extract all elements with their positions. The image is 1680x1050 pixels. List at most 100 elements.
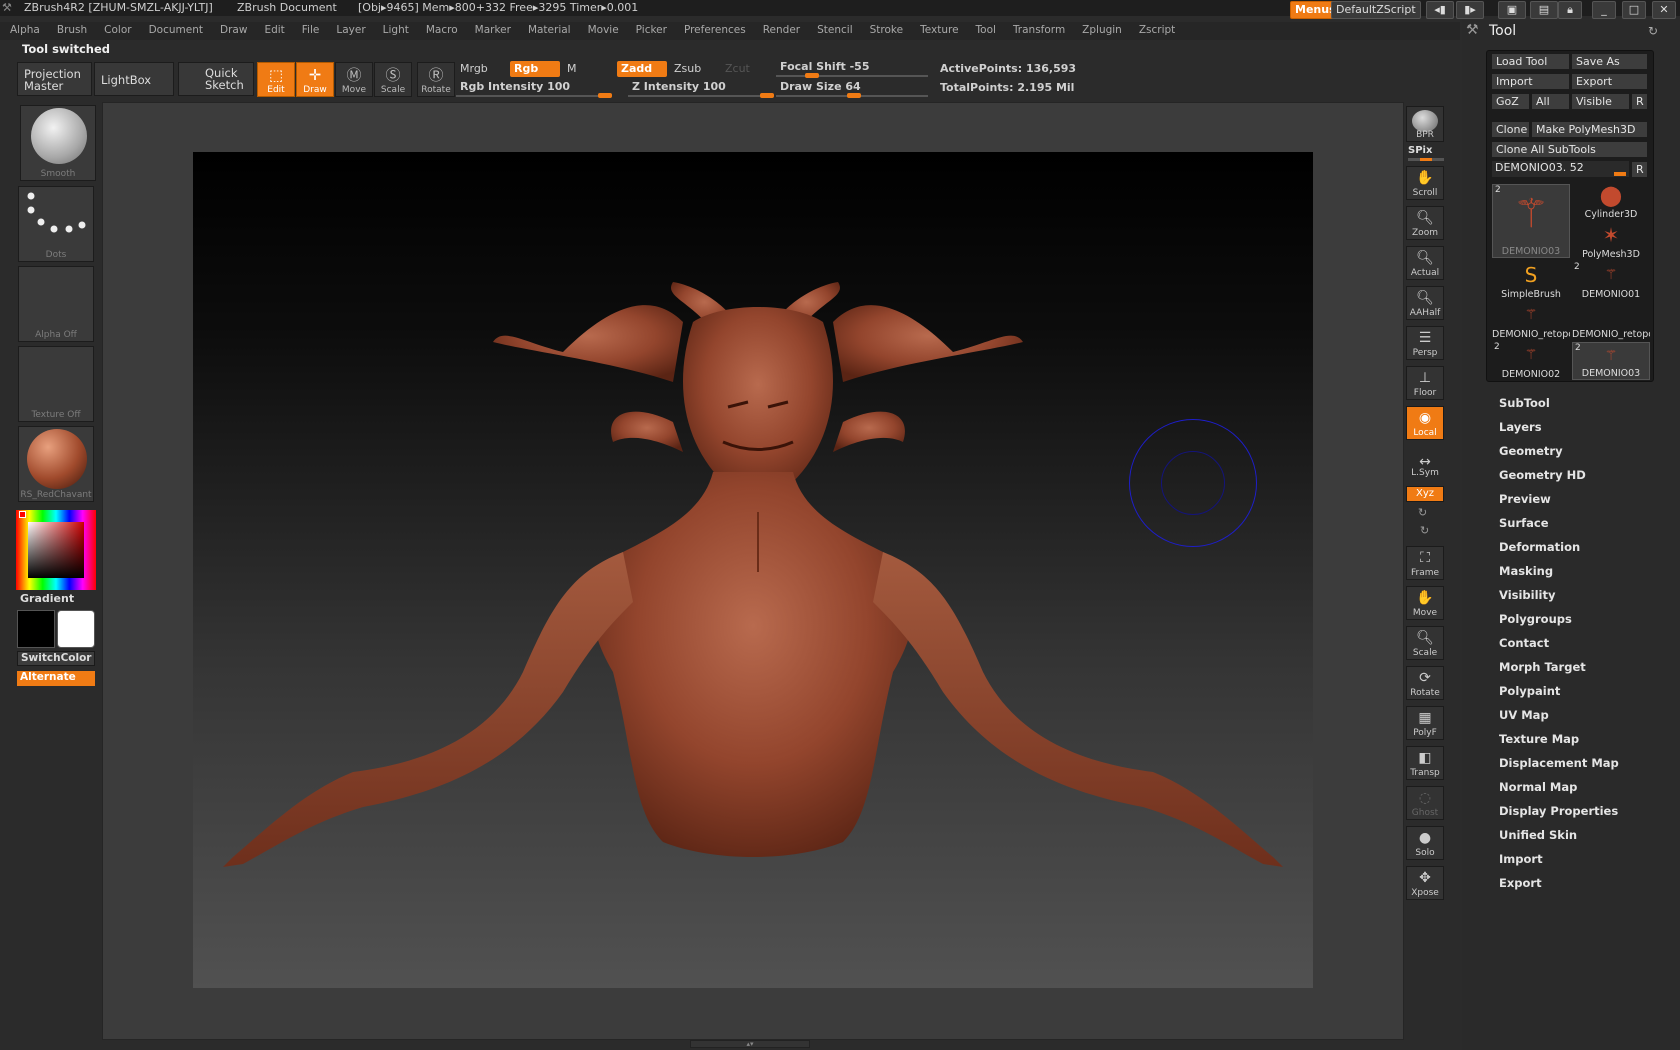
mrgb-toggle[interactable]: Mrgb xyxy=(456,61,492,77)
color-picker-marker[interactable] xyxy=(19,511,26,518)
tool-palette-title[interactable]: Tool xyxy=(1489,23,1516,39)
material-selector[interactable]: RS_RedChavant xyxy=(18,426,94,502)
menu-marker[interactable]: Marker xyxy=(465,22,518,36)
menu-material[interactable]: Material xyxy=(518,22,578,36)
demon-sculpt-model[interactable] xyxy=(193,152,1313,988)
menu-preferences[interactable]: Preferences xyxy=(674,22,753,36)
projection-master-button[interactable]: Projection Master xyxy=(17,62,92,96)
z-intensity-slider[interactable]: Z Intensity 100 xyxy=(628,79,730,95)
switch-color-button[interactable]: SwitchColor xyxy=(17,651,95,666)
import-button[interactable]: Import xyxy=(1491,73,1570,90)
spix-slider[interactable] xyxy=(1408,158,1444,161)
gradient-label[interactable]: Gradient xyxy=(20,592,74,605)
subpalette-visibility[interactable]: Visibility xyxy=(1499,588,1555,602)
z-intensity-knob[interactable] xyxy=(760,93,774,98)
rotate-view-button[interactable]: ⟳ Rotate xyxy=(1406,666,1444,700)
rgb-toggle[interactable]: Rgb xyxy=(510,61,560,77)
tool-thumb-demonio01[interactable]: 2 ⚚ DEMONIO01 xyxy=(1572,262,1650,300)
bottom-tray-handle[interactable]: ▴▾ xyxy=(690,1040,810,1048)
tool-thumb-polymesh3d[interactable]: ✶ PolyMesh3D xyxy=(1572,222,1650,260)
focal-shift-track[interactable] xyxy=(776,75,928,77)
subpalette-polypaint[interactable]: Polypaint xyxy=(1499,684,1560,698)
edit-button[interactable]: ⬚ Edit xyxy=(257,62,295,97)
goz-all-button[interactable]: All xyxy=(1531,93,1570,110)
polyf-button[interactable]: ▦ PolyF xyxy=(1406,706,1444,740)
menu-render[interactable]: Render xyxy=(753,22,807,36)
menu-light[interactable]: Light xyxy=(373,22,416,36)
draw-size-knob[interactable] xyxy=(847,93,861,98)
menu-transform[interactable]: Transform xyxy=(1003,22,1072,36)
scroll-button[interactable]: ✋ Scroll xyxy=(1406,166,1444,200)
load-tool-button[interactable]: Load Tool xyxy=(1491,53,1570,70)
ui-colors-icon[interactable]: ▤ xyxy=(1530,1,1558,19)
default-zscript-button[interactable]: DefaultZScript xyxy=(1331,1,1421,19)
ui-layout-icon[interactable]: ▣ xyxy=(1498,1,1526,19)
lightbox-button[interactable]: LightBox xyxy=(94,62,174,96)
clone-all-subtools-button[interactable]: Clone All SubTools xyxy=(1491,141,1648,158)
spix-label[interactable]: SPix xyxy=(1408,145,1432,156)
menu-stroke[interactable]: Stroke xyxy=(860,22,910,36)
menu-draw[interactable]: Draw xyxy=(210,22,254,36)
rgb-intensity-track[interactable] xyxy=(456,95,611,97)
scale-button[interactable]: Ⓢ Scale xyxy=(374,62,412,97)
menu-layer[interactable]: Layer xyxy=(326,22,372,36)
menu-alpha[interactable]: Alpha xyxy=(0,22,47,36)
subpalette-texture-map[interactable]: Texture Map xyxy=(1499,732,1579,746)
menu-zscript[interactable]: Zscript xyxy=(1129,22,1182,36)
minimize-icon[interactable]: _ xyxy=(1592,1,1616,19)
subpalette-normal-map[interactable]: Normal Map xyxy=(1499,780,1577,794)
z-intensity-track[interactable] xyxy=(628,95,773,97)
ghost-button[interactable]: ◌ Ghost xyxy=(1406,786,1444,820)
xyz-button[interactable]: Xyz xyxy=(1406,486,1444,502)
tool-thumb-demonio-retopo-1[interactable]: ⚚ DEMONIO_retopo xyxy=(1492,302,1570,340)
subpalette-subtool[interactable]: SubTool xyxy=(1499,396,1550,410)
bpr-button[interactable]: BPR xyxy=(1406,106,1444,142)
save-as-button[interactable]: Save As xyxy=(1571,53,1648,70)
menu-tool[interactable]: Tool xyxy=(966,22,1003,36)
menu-document[interactable]: Document xyxy=(139,22,210,36)
menu-brush[interactable]: Brush xyxy=(47,22,94,36)
local-button[interactable]: ◉ Local xyxy=(1406,406,1444,440)
subpalette-preview[interactable]: Preview xyxy=(1499,492,1551,506)
tool-thumb-demonio-retopo-2[interactable]: DEMONIO_retopo xyxy=(1572,302,1650,340)
persp-button[interactable]: ☰ Persp xyxy=(1406,326,1444,360)
menu-file[interactable]: File xyxy=(292,22,327,36)
menu-macro[interactable]: Macro xyxy=(416,22,465,36)
subpalette-surface[interactable]: Surface xyxy=(1499,516,1549,530)
transp-button[interactable]: ◧ Transp xyxy=(1406,746,1444,780)
rotate-button[interactable]: Ⓡ Rotate xyxy=(417,62,455,97)
focal-shift-slider[interactable]: Focal Shift -55 xyxy=(776,59,873,75)
current-tool-r-button[interactable]: R xyxy=(1631,161,1648,178)
menu-picker[interactable]: Picker xyxy=(626,22,674,36)
move-button[interactable]: Ⓜ Move xyxy=(335,62,373,97)
subpalette-masking[interactable]: Masking xyxy=(1499,564,1553,578)
visible-button[interactable]: Visible xyxy=(1571,93,1630,110)
subpalette-layers[interactable]: Layers xyxy=(1499,420,1542,434)
layout-prev-icon[interactable]: ◂▮ xyxy=(1426,1,1454,19)
subpalette-import[interactable]: Import xyxy=(1499,852,1543,866)
tool-thumb-cylinder3d[interactable]: ⬤ Cylinder3D xyxy=(1572,182,1650,220)
color-picker[interactable] xyxy=(16,510,96,590)
lock-icon[interactable]: 🔒︎ xyxy=(1558,1,1582,19)
close-icon[interactable]: ✕ xyxy=(1652,1,1676,19)
actual-button[interactable]: 🔍︎ Actual xyxy=(1406,246,1444,280)
solo-button[interactable]: ● Solo xyxy=(1406,826,1444,860)
subpalette-displacement-map[interactable]: Displacement Map xyxy=(1499,756,1619,770)
aahalf-button[interactable]: 🔍︎ AAHalf xyxy=(1406,286,1444,320)
make-polymesh-button[interactable]: Make PolyMesh3D xyxy=(1531,121,1648,138)
zcut-toggle[interactable]: Zcut xyxy=(721,61,754,77)
xpose-button[interactable]: ✥ Xpose xyxy=(1406,866,1444,900)
subpalette-polygroups[interactable]: Polygroups xyxy=(1499,612,1572,626)
focal-shift-knob[interactable] xyxy=(805,73,819,78)
menu-edit[interactable]: Edit xyxy=(254,22,291,36)
subpalette-export[interactable]: Export xyxy=(1499,876,1542,890)
menu-movie[interactable]: Movie xyxy=(578,22,626,36)
subpalette-deformation[interactable]: Deformation xyxy=(1499,540,1580,554)
rgb-intensity-slider[interactable]: Rgb Intensity 100 xyxy=(456,79,574,95)
subpalette-morph-target[interactable]: Morph Target xyxy=(1499,660,1586,674)
scale-view-button[interactable]: 🔍︎ Scale xyxy=(1406,626,1444,660)
tool-thumb-demonio02[interactable]: 2 ⚚ DEMONIO02 xyxy=(1492,342,1570,380)
floor-button[interactable]: ⊥ Floor xyxy=(1406,366,1444,400)
alpha-selector[interactable]: Alpha Off xyxy=(18,266,94,342)
menu-color[interactable]: Color xyxy=(94,22,138,36)
